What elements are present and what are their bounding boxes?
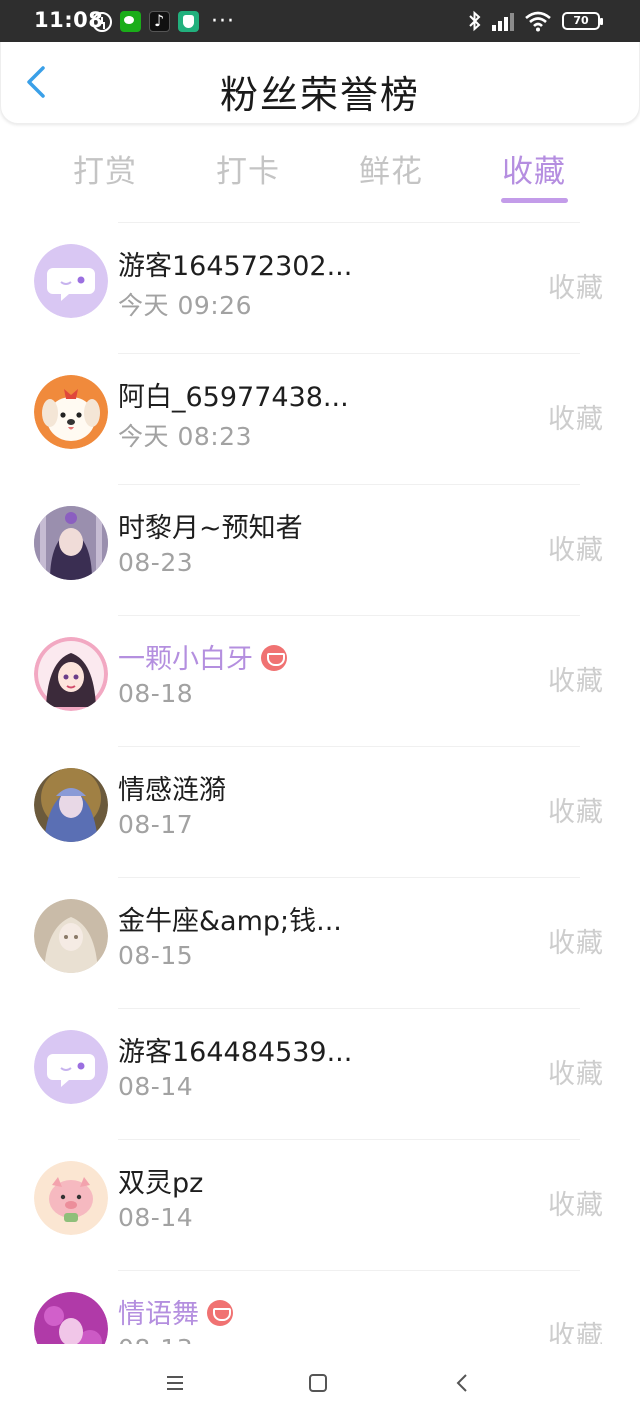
action-label: 收藏 [548, 797, 604, 828]
cell-signal-icon [492, 11, 514, 31]
user-name: 游客164484539... [118, 1037, 353, 1068]
timestamp: 08-23 [118, 548, 194, 577]
timestamp: 08-15 [118, 941, 194, 970]
divider [118, 222, 580, 223]
tab-tips[interactable]: 打赏 [60, 146, 150, 191]
divider [118, 1270, 580, 1271]
user-name: 情感涟漪 [118, 775, 226, 806]
list-item[interactable]: 双灵pz 08-14 收藏 [0, 1139, 640, 1270]
wechat-icon [120, 11, 141, 32]
alarm-icon [92, 11, 112, 32]
wifi-icon [525, 11, 551, 32]
user-name: 时黎月~预知者 [118, 513, 303, 544]
menu-icon[interactable] [162, 1370, 188, 1396]
tab-bar: 打赏 打卡 鲜花 收藏 [0, 140, 640, 206]
action-label: 收藏 [548, 666, 604, 697]
active-tab-indicator [501, 198, 568, 203]
tiktok-icon [149, 11, 170, 32]
fan-list: 游客164572302... 今天 09:26 收藏 阿白_65977438..… [0, 222, 640, 1401]
app-header: 粉丝荣誉榜 [0, 42, 640, 124]
list-item[interactable]: 时黎月~预知者 08-23 收藏 [0, 484, 640, 615]
divider [118, 615, 580, 616]
vip-badge-icon [261, 645, 287, 671]
system-nav-bar [0, 1344, 640, 1422]
divider [118, 353, 580, 354]
timestamp: 08-18 [118, 679, 194, 708]
timestamp: 08-17 [118, 810, 194, 839]
tab-checkin[interactable]: 打卡 [203, 146, 293, 191]
timestamp: 08-14 [118, 1072, 194, 1101]
bluetooth-icon [469, 10, 481, 32]
notification-icons: ··· [92, 8, 235, 34]
home-icon[interactable] [305, 1370, 331, 1396]
tab-flowers[interactable]: 鲜花 [346, 146, 436, 191]
avatar[interactable] [34, 1030, 108, 1104]
avatar[interactable] [34, 375, 108, 449]
action-label: 收藏 [548, 273, 604, 304]
status-bar: 11:08 ··· 70 [0, 0, 640, 42]
action-label: 收藏 [548, 1190, 604, 1221]
divider [118, 1139, 580, 1140]
vip-badge-icon [207, 1300, 233, 1326]
action-label: 收藏 [548, 535, 604, 566]
avatar[interactable] [34, 244, 108, 318]
action-label: 收藏 [548, 404, 604, 435]
page-title: 粉丝荣誉榜 [219, 73, 420, 117]
action-label: 收藏 [548, 1059, 604, 1090]
divider [118, 1008, 580, 1009]
list-item[interactable]: 游客164484539... 08-14 收藏 [0, 1008, 640, 1139]
battery-icon: 70 [562, 12, 603, 30]
user-name: 金牛座&amp;钱... [118, 906, 342, 937]
timestamp: 今天 08:23 [118, 422, 252, 451]
user-name: 阿白_65977438... [118, 382, 349, 413]
divider [118, 484, 580, 485]
avatar[interactable] [34, 899, 108, 973]
user-name: 双灵pz [118, 1168, 204, 1199]
list-item[interactable]: 游客164572302... 今天 09:26 收藏 [0, 222, 640, 353]
back-nav-icon[interactable] [450, 1370, 476, 1396]
list-item[interactable]: 情感涟漪 08-17 收藏 [0, 746, 640, 877]
tab-favorites[interactable]: 收藏 [489, 146, 579, 191]
user-name: 情语舞 [118, 1292, 233, 1331]
divider [118, 746, 580, 747]
security-icon [178, 11, 199, 32]
avatar[interactable] [34, 1161, 108, 1235]
avatar[interactable] [34, 637, 108, 711]
list-item[interactable]: 阿白_65977438... 今天 08:23 收藏 [0, 353, 640, 484]
timestamp: 08-14 [118, 1203, 194, 1232]
action-label: 收藏 [548, 928, 604, 959]
system-icons: 70 [468, 10, 603, 32]
list-item[interactable]: 金牛座&amp;钱... 08-15 收藏 [0, 877, 640, 1008]
list-item[interactable]: 一颗小白牙 08-18 收藏 [0, 615, 640, 746]
avatar[interactable] [34, 506, 108, 580]
user-name: 游客164572302... [118, 251, 353, 282]
more-notifications-icon: ··· [211, 8, 235, 34]
divider [118, 877, 580, 878]
user-name: 一颗小白牙 [118, 637, 287, 676]
timestamp: 今天 09:26 [118, 291, 252, 320]
avatar[interactable] [34, 768, 108, 842]
